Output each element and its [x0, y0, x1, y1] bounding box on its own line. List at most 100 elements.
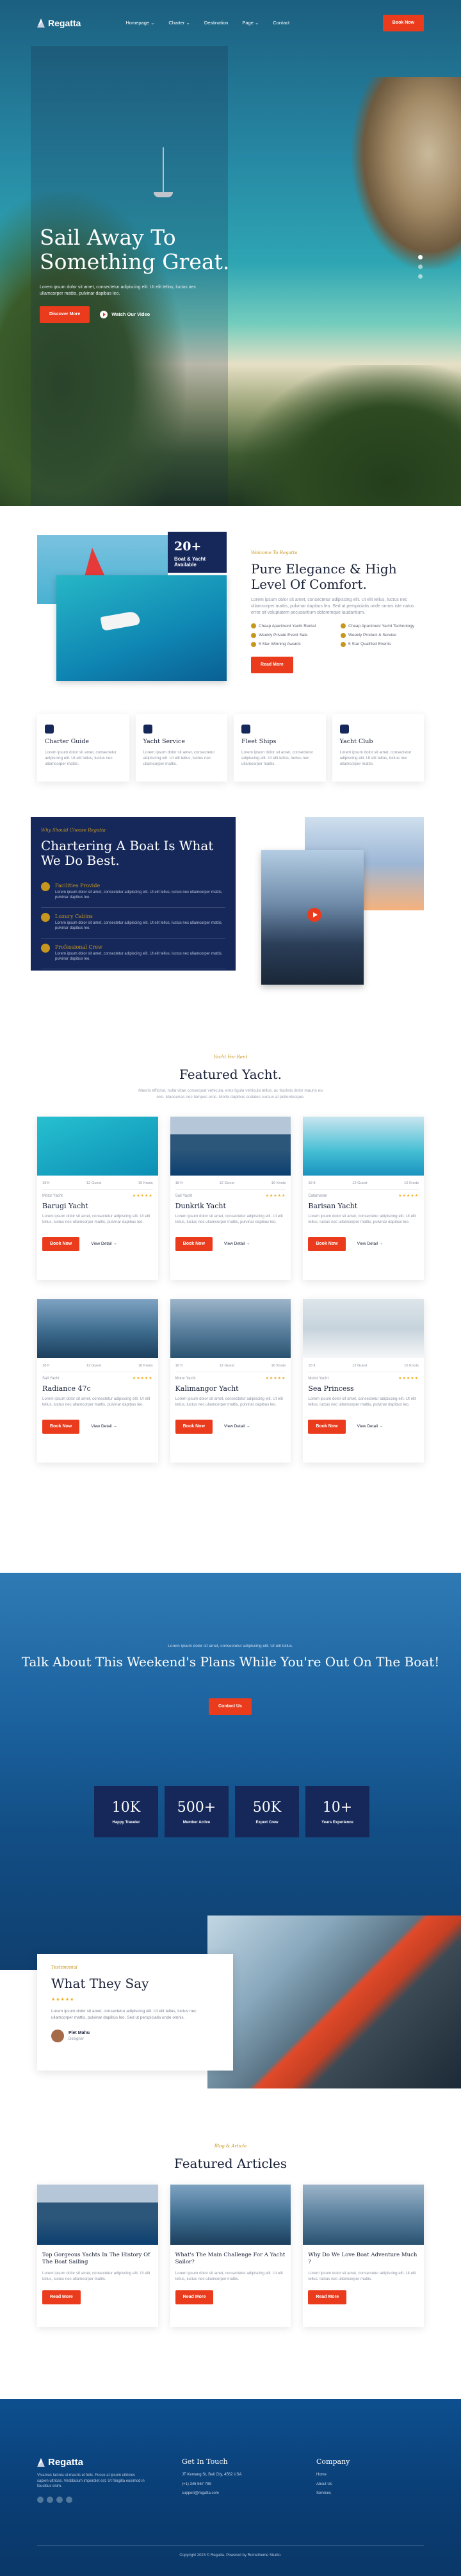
view-detail-link[interactable]: View Detail →	[224, 1423, 250, 1429]
article-text: Lorem ipsum dolor sit amet, consectetur …	[175, 2271, 283, 2282]
footer-link-services[interactable]: Services	[316, 2491, 350, 2497]
yacht-photo	[303, 1116, 425, 1176]
play-video-button[interactable]	[307, 908, 321, 922]
article-read-more-button[interactable]: Read More	[308, 2290, 347, 2305]
service-text: Lorem ipsum dolor sit amet, consectetur …	[241, 750, 313, 767]
yacht-card: 18 ft 12 Guest 16 Knots Catamaran ★★★★★ Bar…	[303, 1116, 425, 1280]
slider-dot[interactable]	[418, 274, 423, 279]
footer-email[interactable]: support@regatta.com	[182, 2491, 242, 2497]
hero-subtitle: Lorem ipsum dolor sit amet, consectetur …	[40, 285, 196, 297]
twitter-icon[interactable]	[47, 2497, 53, 2503]
why-item: Facilities Provide Lorem ipsum dolor sit …	[41, 877, 225, 908]
articles-title: Featured Articles	[174, 2156, 287, 2172]
check-label: 5 Star Winning Awards	[259, 642, 301, 647]
main-nav: Homepage ⌄ Charter ⌄ Destination Page ⌄ …	[125, 20, 289, 27]
why-item-text: Lorem ipsum dolor sit amet, consectetur …	[55, 951, 223, 962]
service-title: Fleet Ships	[241, 738, 277, 745]
about-text: Welcome To Regatta Pure Elegance & High …	[251, 550, 424, 673]
book-yacht-button[interactable]: Book Now	[308, 1237, 346, 1252]
why-item-title: Luxury Cabins	[55, 914, 93, 920]
instagram-icon[interactable]	[56, 2497, 63, 2503]
footer-brand-name: Regatta	[48, 2457, 84, 2468]
ocean-title: Talk About This Weekend's Plans While Yo…	[21, 1654, 440, 1669]
check-item: 5 Star Winning Awards	[251, 641, 334, 648]
yacht-category: Catamaran	[308, 1194, 328, 1199]
navbar: Regatta Homepage ⌄ Charter ⌄ Destination…	[0, 0, 461, 46]
hero-title: Sail Away To Something Great.	[40, 225, 230, 274]
speed-label: 16 Knots	[271, 1181, 286, 1185]
check-circle-icon	[41, 913, 50, 923]
nav-item-contact[interactable]: Contact	[273, 20, 289, 27]
brand-logo[interactable]: Regatta	[37, 17, 81, 29]
nav-item-destination[interactable]: Destination	[204, 20, 229, 27]
slider-dot[interactable]	[418, 265, 423, 269]
check-label: Cheap Apartment Yacht Rental	[259, 623, 316, 628]
why-item-text: Lorem ipsum dolor sit amet, consectetur …	[55, 890, 223, 900]
article-read-more-button[interactable]: Read More	[42, 2290, 81, 2305]
nav-item-homepage[interactable]: Homepage ⌄	[125, 20, 154, 27]
book-yacht-button[interactable]: Book Now	[42, 1420, 80, 1434]
yacht-title: Barugi Yacht	[42, 1202, 88, 1211]
discover-more-button[interactable]: Discover More	[40, 306, 90, 324]
view-detail-link[interactable]: View Detail →	[357, 1423, 384, 1429]
book-yacht-button[interactable]: Book Now	[175, 1420, 213, 1434]
facebook-icon[interactable]	[37, 2497, 44, 2503]
anchor-icon	[241, 725, 250, 734]
service-card[interactable]: Fleet Ships Lorem ipsum dolor sit amet, c…	[234, 714, 326, 782]
length-label: 18 ft	[42, 1363, 50, 1368]
service-text: Lorem ipsum dolor sit amet, consectetur …	[45, 750, 117, 767]
nav-item-page[interactable]: Page ⌄	[242, 20, 259, 27]
guest-label: 12 Guest	[352, 1363, 368, 1368]
check-item: Weekly Private Event Sale	[251, 632, 334, 638]
article-read-more-button[interactable]: Read More	[175, 2290, 214, 2305]
rating-stars: ★★★★★	[398, 1377, 419, 1381]
boats-available-badge: 20+ Boat & Yacht Available	[168, 532, 227, 573]
guest-label: 12 Guest	[352, 1181, 368, 1185]
view-detail-link[interactable]: View Detail →	[91, 1423, 117, 1429]
article-title[interactable]: What's The Main Challenge For A Yacht Sa…	[175, 2252, 286, 2267]
ocean-tagline: Lorem ipsum dolor sit amet, consectetur …	[168, 1644, 293, 1648]
service-card[interactable]: Yacht Club Lorem ipsum dolor sit amet, co…	[332, 714, 424, 782]
why-item-title: Professional Crew	[55, 944, 102, 951]
footer-link-home[interactable]: Home	[316, 2472, 350, 2478]
yacht-category: Motor Yacht	[308, 1377, 329, 1381]
view-detail-link[interactable]: View Detail →	[357, 1241, 384, 1247]
hero-section: Regatta Homepage ⌄ Charter ⌄ Destination…	[0, 0, 461, 506]
book-yacht-button[interactable]: Book Now	[42, 1237, 80, 1252]
footer-contact: Get In Touch JT Kemang St, Bali City, 45…	[182, 2457, 242, 2500]
contact-us-button[interactable]: Contact Us	[209, 1698, 252, 1716]
watch-video-link[interactable]: Watch Our Video	[100, 311, 150, 319]
about-read-more-button[interactable]: Read More	[251, 656, 293, 673]
articles-section: Blog & Article Featured Articles Top Gor…	[0, 2143, 461, 2399]
yacht-text: Lorem ipsum dolor sit amet, consectetur …	[42, 1397, 150, 1407]
guest-label: 12 Guest	[219, 1181, 234, 1185]
yacht-category: Sail Yacht	[42, 1377, 60, 1381]
nav-item-charter[interactable]: Charter ⌄	[168, 20, 190, 27]
about-checklist: Cheap Apartment Yacht Rental Cheap Apart…	[251, 623, 424, 648]
article-text: Lorem ipsum dolor sit amet, consectetur …	[308, 2271, 416, 2282]
stat-number: 10K	[111, 1800, 141, 1816]
footer-link-about[interactable]: About Us	[316, 2482, 350, 2488]
article-card: Why Do We Love Boat Adventure Much ? Lor…	[303, 2185, 425, 2327]
why-item-title: Facilities Provide	[55, 883, 101, 889]
article-title[interactable]: Top Gorgeous Yachts In The History Of Th…	[42, 2252, 153, 2267]
length-label: 18 ft	[42, 1181, 50, 1185]
book-yacht-button[interactable]: Book Now	[308, 1420, 346, 1434]
youtube-icon[interactable]	[66, 2497, 72, 2503]
yacht-category: Motor Yacht	[175, 1377, 196, 1381]
footer-phone[interactable]: (+1) 345 567 789	[182, 2482, 242, 2488]
slider-dot[interactable]	[418, 255, 423, 259]
footer-logo[interactable]: Regatta	[37, 2456, 83, 2470]
view-detail-link[interactable]: View Detail →	[224, 1241, 250, 1247]
service-card[interactable]: Charter Guide Lorem ipsum dolor sit amet,…	[37, 714, 129, 782]
book-now-button[interactable]: Book Now	[382, 14, 424, 32]
yacht-card: 18 ft 12 Guest 16 Knots Motor Yacht ★★★★★ K…	[170, 1299, 291, 1463]
article-photo	[37, 2185, 158, 2245]
view-detail-link[interactable]: View Detail →	[91, 1241, 117, 1247]
service-card[interactable]: Yacht Service Lorem ipsum dolor sit amet,…	[135, 714, 227, 782]
book-yacht-button[interactable]: Book Now	[175, 1237, 213, 1252]
article-title[interactable]: Why Do We Love Boat Adventure Much ?	[308, 2252, 419, 2267]
social-links	[37, 2497, 72, 2503]
hero-cliff-image	[352, 77, 461, 269]
author-role: Designer	[69, 2037, 85, 2041]
